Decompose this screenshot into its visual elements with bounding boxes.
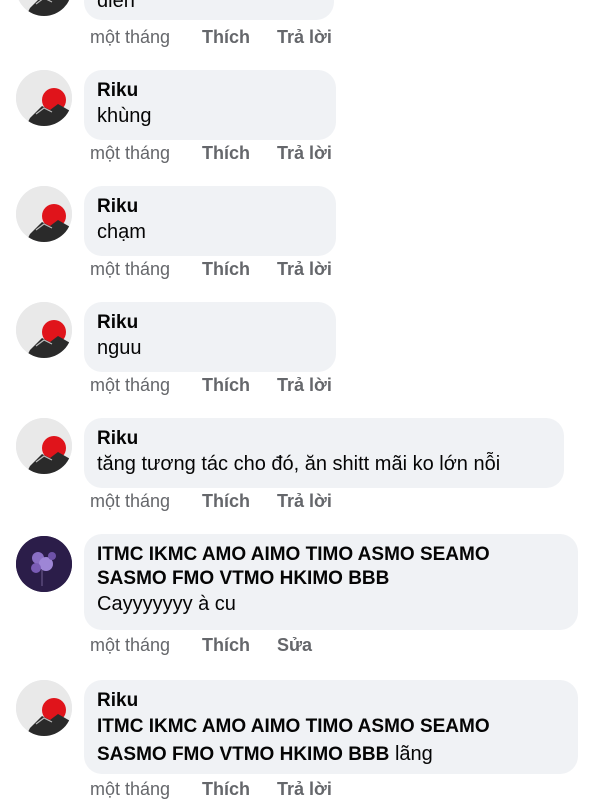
- like-button[interactable]: Thích: [202, 778, 277, 800]
- avatar-image: [16, 186, 72, 242]
- comment-actions: một tháng Thích Trả lời: [90, 490, 332, 512]
- comment-text: chạm: [97, 221, 146, 243]
- comment-timestamp[interactable]: một tháng: [90, 374, 202, 396]
- avatar-image: [16, 302, 72, 358]
- comment-actions: một tháng Thích Trả lời: [90, 374, 332, 396]
- comment-bubble: Riku ITMC IKMC AMO AIMO TIMO ASMO SEAMO …: [84, 680, 578, 774]
- comment-bubble: Riku tăng tương tác cho đó, ăn shitt mãi…: [84, 418, 564, 488]
- comment-timestamp[interactable]: một tháng: [90, 778, 202, 800]
- comment-actions: một tháng Thích Trả lời: [90, 258, 332, 280]
- edit-button[interactable]: Sửa: [277, 634, 312, 656]
- comment-timestamp[interactable]: một tháng: [90, 142, 202, 164]
- mention-line2[interactable]: SASMO FMO VTMO HKIMO BBB: [97, 744, 389, 765]
- comment-text: lãng: [394, 743, 433, 765]
- like-button[interactable]: Thích: [202, 374, 277, 396]
- avatar-image: [16, 70, 72, 126]
- avatar-image: [16, 680, 72, 736]
- comment-text: nguu: [97, 337, 142, 359]
- comment-thread: điên một tháng Thích Trả lời Riku khùng …: [0, 0, 600, 800]
- riku-avatar[interactable]: [16, 186, 72, 242]
- riku-avatar[interactable]: [16, 418, 72, 474]
- reply-button[interactable]: Trả lời: [277, 258, 332, 280]
- like-button[interactable]: Thích: [202, 634, 277, 656]
- comment-author[interactable]: Riku: [97, 79, 322, 103]
- comment-bubble: Riku khùng: [84, 70, 336, 140]
- comment-text: điên: [97, 0, 135, 12]
- avatar-image: [16, 536, 72, 592]
- comment-bubble: Riku nguu: [84, 302, 336, 372]
- comment-timestamp[interactable]: một tháng: [90, 490, 202, 512]
- comment-bubble: Riku chạm: [84, 186, 336, 256]
- like-button[interactable]: Thích: [202, 142, 277, 164]
- comment-actions: một tháng Thích Trả lời: [90, 778, 332, 800]
- comment-author-line2[interactable]: SASMO FMO VTMO HKIMO BBB: [97, 567, 564, 591]
- comment-bubble: ITMC IKMC AMO AIMO TIMO ASMO SEAMO SASMO…: [84, 534, 578, 630]
- comment-text: khùng: [97, 105, 152, 127]
- comment-author-line1[interactable]: ITMC IKMC AMO AIMO TIMO ASMO SEAMO: [97, 543, 564, 567]
- reply-button[interactable]: Trả lời: [277, 26, 332, 48]
- comment-author[interactable]: Riku: [97, 195, 322, 219]
- comment-actions: một tháng Thích Sửa: [90, 634, 312, 656]
- riku-avatar[interactable]: [16, 0, 72, 16]
- comment-text: Cayyyyyyy à cu: [97, 593, 236, 615]
- avatar-image: [16, 0, 72, 16]
- reply-button[interactable]: Trả lời: [277, 490, 332, 512]
- comment-timestamp[interactable]: một tháng: [90, 634, 202, 656]
- comment-author[interactable]: Riku: [97, 311, 322, 335]
- comment-body: ITMC IKMC AMO AIMO TIMO ASMO SEAMO SASMO…: [97, 713, 564, 769]
- riku-avatar[interactable]: [16, 302, 72, 358]
- reply-button[interactable]: Trả lời: [277, 374, 332, 396]
- flower-avatar[interactable]: [16, 536, 72, 592]
- mention-line1[interactable]: ITMC IKMC AMO AIMO TIMO ASMO SEAMO: [97, 716, 490, 737]
- reply-button[interactable]: Trả lời: [277, 778, 332, 800]
- like-button[interactable]: Thích: [202, 490, 277, 512]
- avatar-image: [16, 418, 72, 474]
- like-button[interactable]: Thích: [202, 258, 277, 280]
- like-button[interactable]: Thích: [202, 26, 277, 48]
- comment-bubble: điên: [84, 0, 334, 20]
- comment-author[interactable]: Riku: [97, 427, 550, 451]
- reply-button[interactable]: Trả lời: [277, 142, 332, 164]
- comment-author[interactable]: Riku: [97, 689, 564, 713]
- comment-timestamp[interactable]: một tháng: [90, 26, 202, 48]
- comment-text: tăng tương tác cho đó, ăn shitt mãi ko l…: [97, 453, 501, 475]
- riku-avatar[interactable]: [16, 680, 72, 736]
- comment-timestamp[interactable]: một tháng: [90, 258, 202, 280]
- riku-avatar[interactable]: [16, 70, 72, 126]
- comment-actions: một tháng Thích Trả lời: [90, 142, 332, 164]
- comment-actions: một tháng Thích Trả lời: [90, 26, 332, 48]
